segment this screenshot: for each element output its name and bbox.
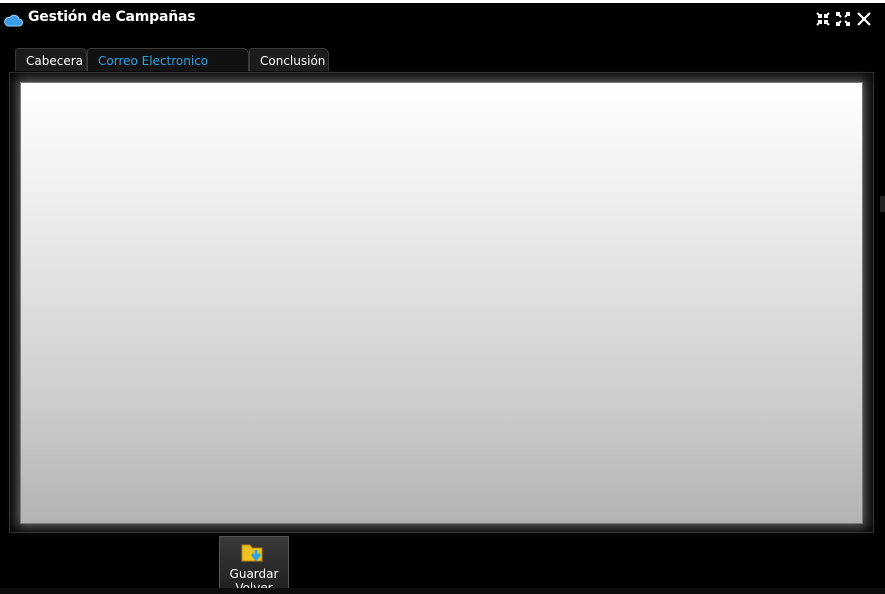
save-back-button[interactable]: Guardar Volver	[219, 536, 289, 594]
maximize-icon[interactable]	[835, 11, 851, 27]
folder-save-icon	[241, 541, 267, 565]
tab-conclusion[interactable]: Conclusión	[249, 48, 329, 71]
window-title: Gestión de Campañas	[28, 9, 196, 25]
tab-correo-electronico[interactable]: Correo Electronico (HTML)	[87, 48, 249, 92]
restore-icon[interactable]	[815, 11, 831, 27]
title-bar: Gestión de Campañas	[0, 3, 885, 35]
bottom-border	[0, 588, 885, 594]
cloud-icon	[3, 12, 23, 27]
tab-cabecera[interactable]: Cabecera	[15, 48, 87, 71]
close-icon[interactable]	[856, 11, 872, 27]
save-label: Guardar	[229, 567, 279, 581]
html-editor-area[interactable]	[20, 82, 863, 524]
scroll-edge	[880, 196, 885, 212]
